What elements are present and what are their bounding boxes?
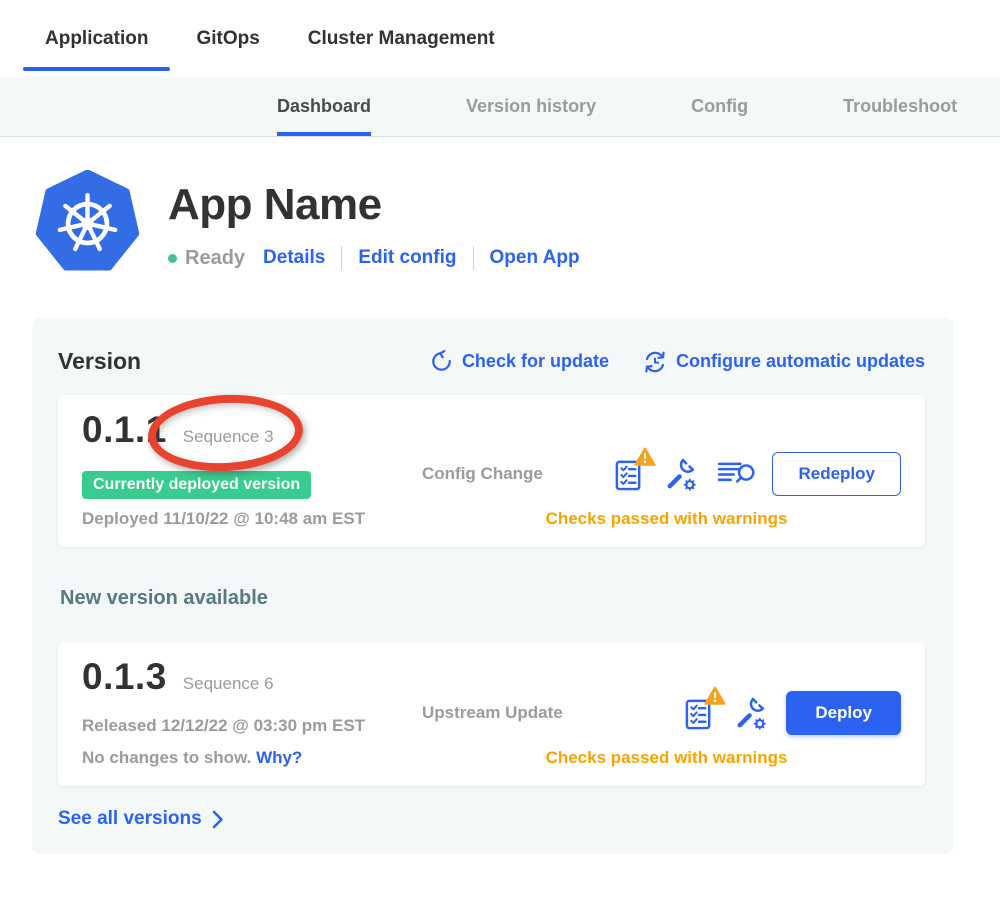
edit-config-link[interactable]: Edit config — [358, 247, 456, 269]
warning-triangle-icon — [704, 686, 726, 706]
available-version-row: 0.1.3 Sequence 6 Released 12/12/22 @ 03:… — [58, 642, 925, 786]
released-timestamp: Released 12/12/22 @ 03:30 pm EST — [82, 716, 422, 736]
tab-dashboard[interactable]: Dashboard — [277, 77, 371, 136]
tab-version-history[interactable]: Version history — [466, 77, 596, 136]
available-version-number: 0.1.3 — [82, 656, 167, 698]
view-files-icon[interactable] — [717, 459, 756, 489]
configure-automatic-updates-link[interactable]: Configure automatic updates — [643, 350, 925, 374]
open-app-link[interactable]: Open App — [490, 247, 580, 269]
config-wrench-icon[interactable] — [733, 695, 770, 732]
no-changes-label: No changes to show. — [82, 748, 251, 767]
see-all-versions-link[interactable]: See all versions — [58, 808, 224, 830]
app-header: App Name Ready Details Edit config Open … — [35, 170, 1000, 275]
check-for-update-label: Check for update — [462, 351, 609, 372]
deployed-version-row: 0.1.1 Sequence 3 Currently deployed vers… — [58, 395, 925, 547]
why-link[interactable]: Why? — [256, 748, 302, 767]
change-type-label: Config Change — [422, 464, 543, 484]
details-link[interactable]: Details — [263, 247, 325, 269]
preflight-checks-icon[interactable] — [683, 695, 716, 732]
check-for-update-link[interactable]: Check for update — [430, 350, 609, 373]
divider — [341, 246, 342, 270]
configure-automatic-updates-label: Configure automatic updates — [676, 351, 925, 372]
currently-deployed-badge: Currently deployed version — [82, 471, 311, 499]
tab-cluster-management[interactable]: Cluster Management — [286, 0, 517, 77]
refresh-icon — [430, 350, 453, 373]
ready-status-dot — [168, 254, 177, 263]
primary-nav: Application GitOps Cluster Management — [0, 0, 1000, 77]
tab-application[interactable]: Application — [23, 0, 170, 77]
available-checks-status: Checks passed with warnings — [422, 748, 901, 768]
auto-update-icon — [643, 350, 667, 374]
version-card-title: Version — [58, 348, 141, 375]
preflight-checks-icon[interactable] — [613, 456, 646, 493]
tab-gitops[interactable]: GitOps — [174, 0, 281, 77]
deployed-timestamp: Deployed 11/10/22 @ 10:48 am EST — [82, 509, 422, 529]
redeploy-button[interactable]: Redeploy — [772, 452, 901, 496]
page-title: App Name — [168, 180, 580, 230]
status-label: Ready — [185, 247, 245, 270]
new-version-heading: New version available — [60, 587, 925, 610]
deployed-sequence-label: Sequence 3 — [183, 427, 274, 447]
deployed-version-number: 0.1.1 — [82, 409, 167, 451]
change-type-label: Upstream Update — [422, 703, 563, 723]
tab-troubleshoot[interactable]: Troubleshoot — [843, 77, 957, 136]
kubernetes-logo — [35, 170, 140, 275]
warning-triangle-icon — [634, 447, 656, 467]
config-wrench-icon[interactable] — [663, 456, 700, 493]
tab-config[interactable]: Config — [691, 77, 748, 136]
available-sequence-label: Sequence 6 — [183, 674, 274, 694]
divider — [473, 246, 474, 270]
see-all-versions-label: See all versions — [58, 808, 202, 830]
deployed-checks-status: Checks passed with warnings — [422, 509, 901, 529]
version-card: Version Check for update Configure autom… — [32, 318, 953, 854]
app-sub-nav: Dashboard Version history Config Trouble… — [0, 77, 1000, 137]
deploy-button[interactable]: Deploy — [786, 691, 901, 735]
chevron-right-icon — [212, 810, 224, 829]
